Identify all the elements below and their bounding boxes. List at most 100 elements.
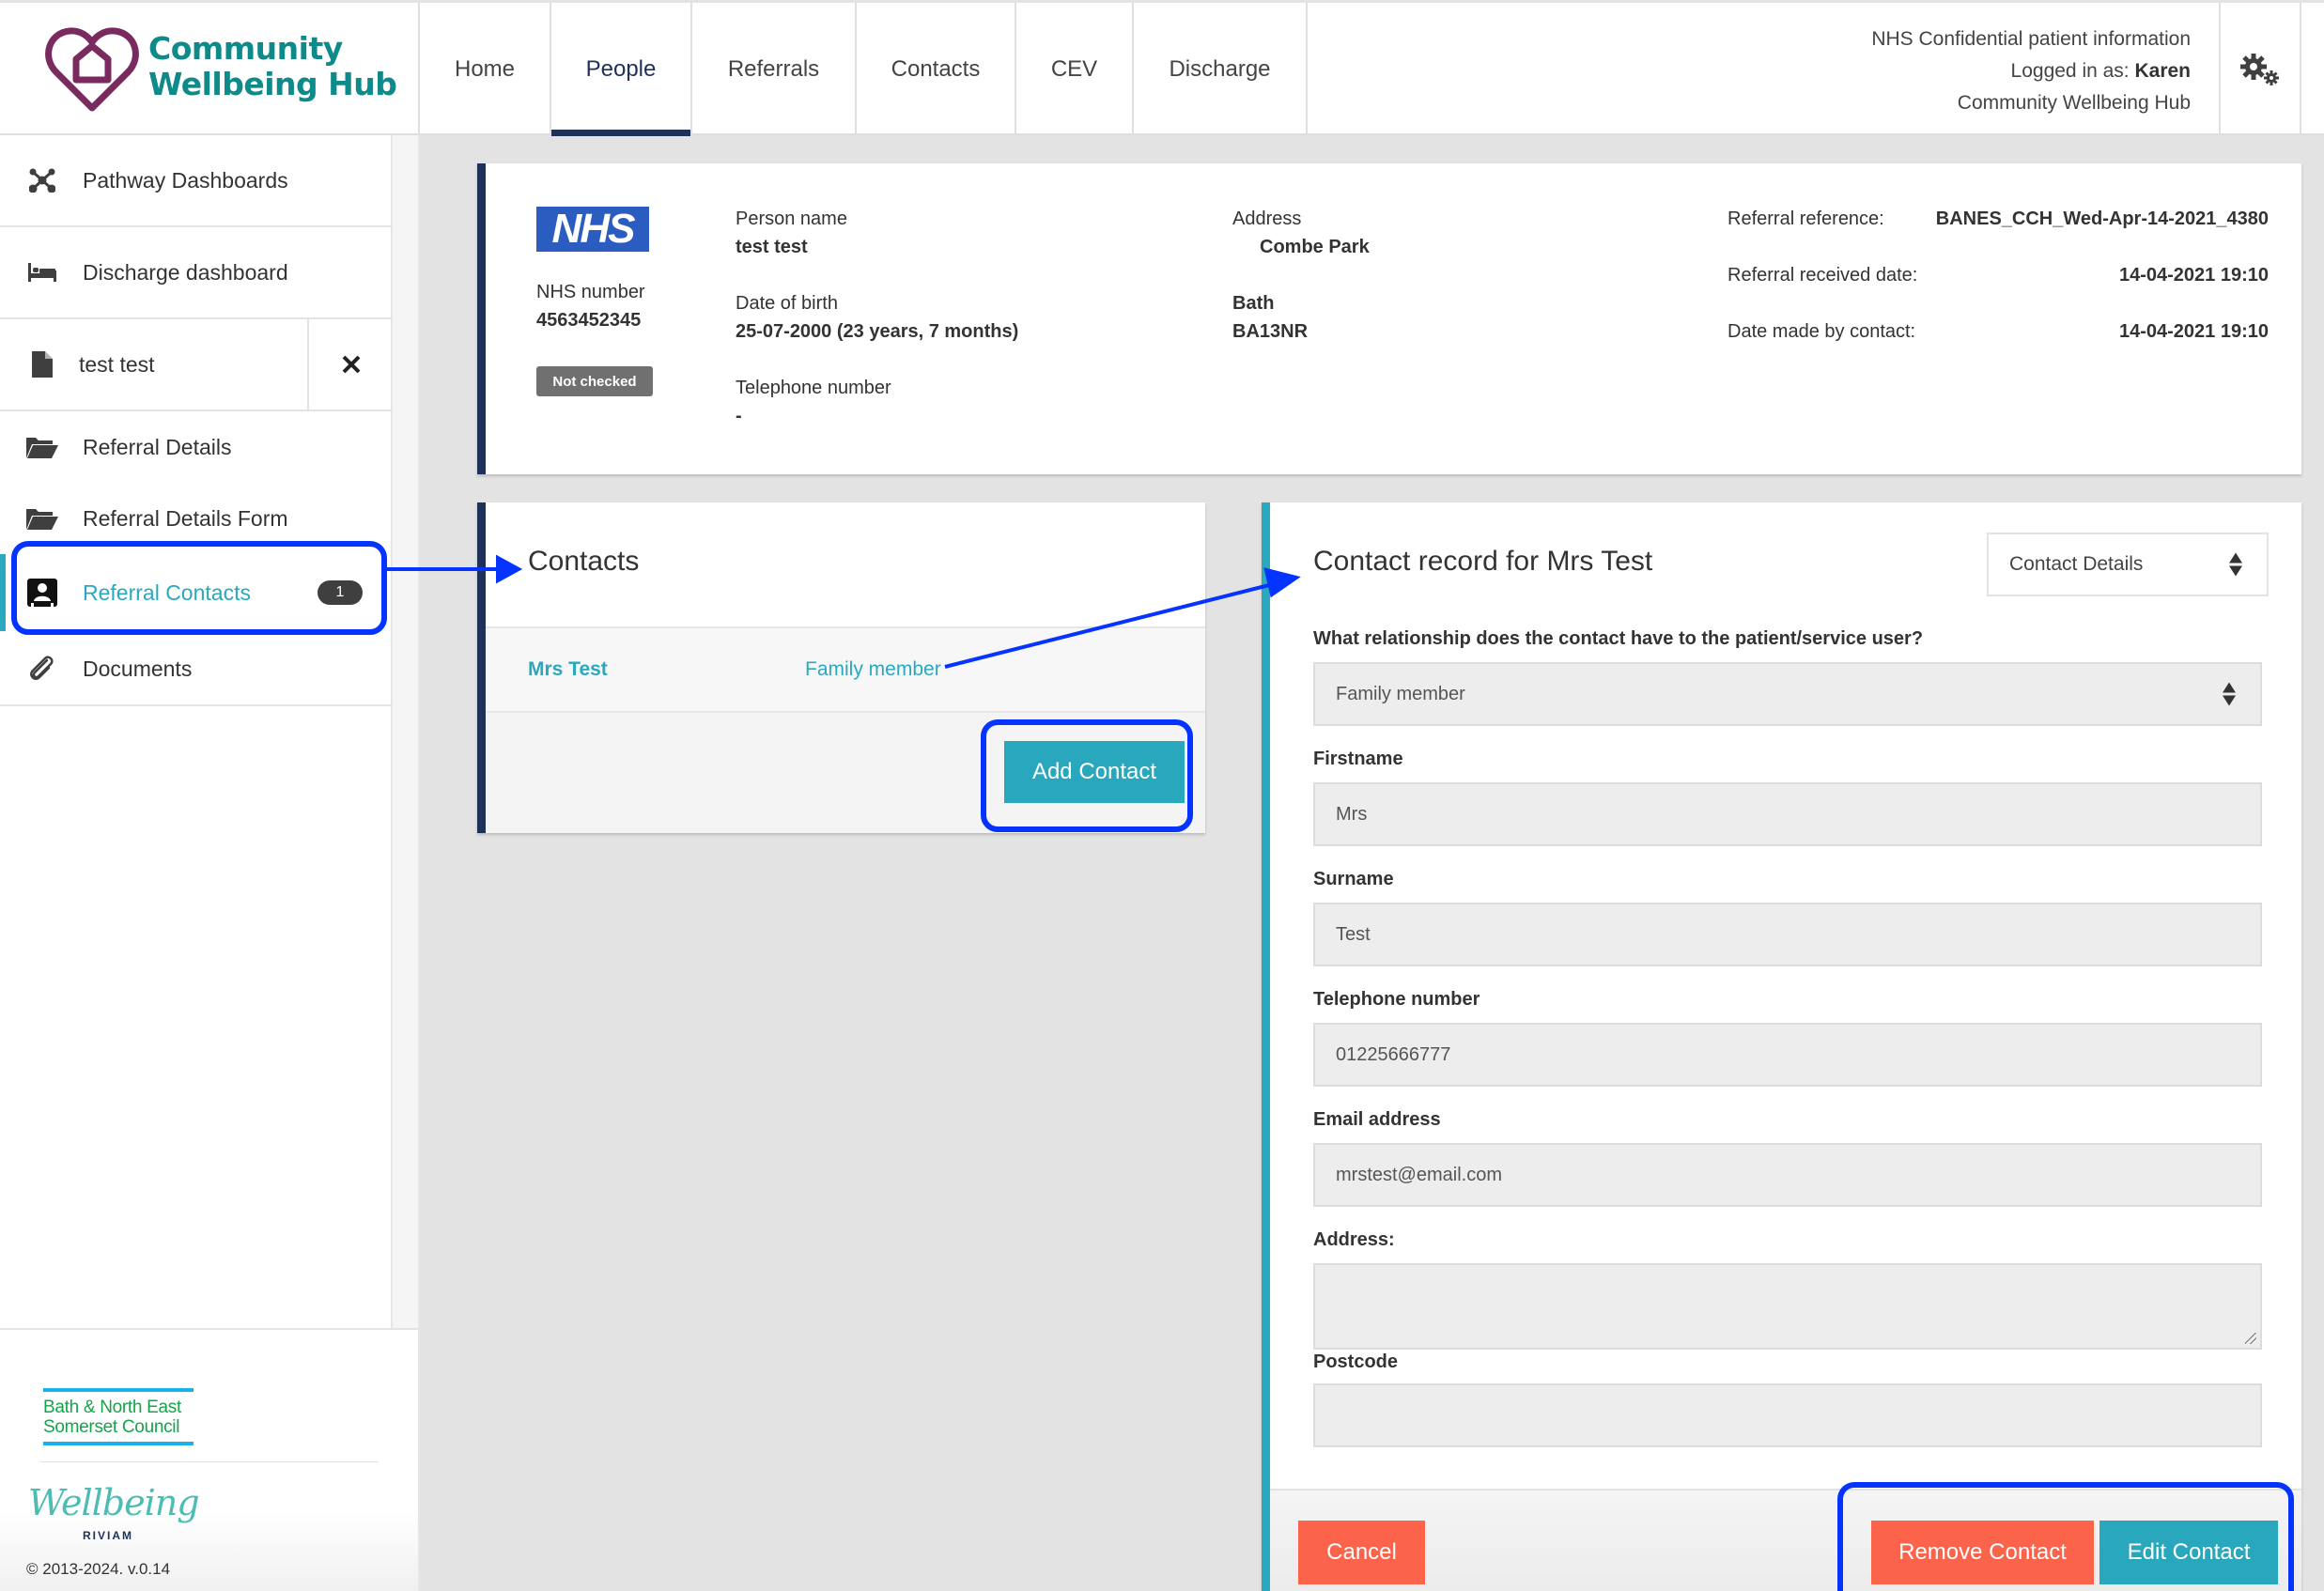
sidebar-gutter: [393, 135, 420, 1328]
paperclip-icon: [26, 653, 58, 685]
postcode-input[interactable]: [1313, 1383, 2262, 1447]
divider: [40, 1461, 379, 1462]
contact-card-icon: [26, 577, 58, 609]
gears-icon: [2240, 54, 2279, 85]
logged-in-as: Logged in as: Karen: [1871, 55, 2191, 87]
telephone: -: [736, 406, 742, 426]
surname-input[interactable]: Test: [1313, 903, 2262, 966]
select-arrows-icon: [2229, 552, 2242, 577]
nav-referrals[interactable]: Referrals: [692, 3, 857, 136]
contact-name[interactable]: Mrs Test: [528, 658, 608, 681]
address-town: Bath: [1232, 293, 1275, 314]
record-view-select[interactable]: Contact Details: [1987, 533, 2269, 596]
network-icon: [26, 164, 58, 196]
relationship-label: What relationship does the contact have …: [1313, 628, 1924, 649]
telephone-input[interactable]: 01225666777: [1313, 1023, 2262, 1087]
remove-contact-button[interactable]: Remove Contact: [1871, 1521, 2094, 1584]
referral-reference-label: Referral reference:: [1728, 209, 1884, 229]
verification-status-badge: Not checked: [536, 366, 653, 396]
wellbeing-logo: Wellbeing: [28, 1482, 200, 1523]
nhs-logo: NHS: [536, 206, 649, 252]
nav-people[interactable]: People: [551, 3, 692, 136]
user-info: NHS Confidential patient information Log…: [1871, 23, 2191, 119]
sidebar-item-label: Documents: [83, 656, 193, 681]
logo-line-2: Wellbeing Hub: [148, 66, 397, 102]
nav-discharge[interactable]: Discharge: [1134, 3, 1308, 136]
person-name: test test: [736, 237, 808, 257]
folder-open-icon: [26, 502, 58, 534]
sidebar-item-patient-record[interactable]: test test: [0, 319, 393, 409]
sidebar-item-discharge-dashboard[interactable]: Discharge dashboard: [0, 227, 393, 317]
sidebar-item-label: Referral Details Form: [83, 505, 288, 531]
sidebar: Pathway Dashboards Discharge dashboard t…: [0, 135, 393, 1328]
logo-line-1: Community: [148, 30, 343, 67]
contacts-card: Contacts Mrs Test Family member Add Cont…: [477, 502, 1205, 833]
date-made-label: Date made by contact:: [1728, 321, 1916, 342]
sidebar-item-documents[interactable]: Documents: [0, 631, 393, 706]
contact-relationship[interactable]: Family member: [805, 658, 941, 681]
record-view-value: Contact Details: [2009, 553, 2144, 575]
contact-record-footer: Cancel Remove Contact Edit Contact: [1270, 1489, 2301, 1591]
contacts-title: Contacts: [528, 546, 640, 577]
address-label: Address: [1232, 209, 1302, 229]
active-indicator: [0, 554, 6, 631]
organisation-name: Community Wellbeing Hub: [1957, 92, 2191, 114]
app-logo[interactable]: Community Wellbeing Hub: [0, 3, 420, 136]
nhs-number-label: NHS number: [536, 282, 645, 302]
dob-label: Date of birth: [736, 293, 838, 314]
sidebar-item-referral-details-form[interactable]: Referral Details Form: [0, 483, 393, 554]
contact-record-card: Contact record for Mrs Test Contact Deta…: [1262, 502, 2301, 1591]
app-header: Community Wellbeing Hub Home People Refe…: [0, 0, 2324, 136]
divider: [0, 704, 393, 706]
logged-in-user: Karen: [2134, 60, 2191, 82]
patient-summary-card: NHS NHS number 4563452345 Not checked Pe…: [477, 163, 2301, 474]
add-contact-button[interactable]: Add Contact: [1004, 741, 1185, 803]
nav-home[interactable]: Home: [420, 3, 551, 136]
address-line-1: Combe Park: [1260, 237, 1370, 257]
referral-reference: BANES_CCH_Wed-Apr-14-2021_4380: [1935, 209, 2269, 229]
relationship-select[interactable]: Family member: [1313, 662, 2262, 726]
bed-icon: [26, 256, 58, 288]
dob: 25-07-2000 (23 years, 7 months): [736, 321, 1019, 342]
telephone-label: Telephone number: [1313, 989, 1480, 1010]
copyright: © 2013-2024. v.0.14: [26, 1560, 171, 1578]
address-textarea[interactable]: [1313, 1263, 2262, 1350]
contacts-footer: Add Contact: [486, 713, 1205, 833]
select-arrows-icon: [2223, 682, 2236, 706]
council-logo: Bath & North East Somerset Council: [43, 1388, 194, 1445]
folder-open-icon: [26, 431, 58, 463]
sidebar-item-referral-details[interactable]: Referral Details: [0, 411, 393, 483]
contacts-count-badge: 1: [318, 580, 363, 605]
council-line-1: Bath & North East: [43, 1398, 181, 1417]
settings-button[interactable]: [2219, 3, 2301, 136]
close-icon: [342, 355, 360, 374]
edit-contact-button[interactable]: Edit Contact: [2099, 1521, 2278, 1584]
sidebar-item-label: Referral Details: [83, 434, 232, 459]
sidebar-item-label: Referral Contacts: [83, 579, 251, 605]
sidebar-footer: Bath & North East Somerset Council Wellb…: [0, 1328, 420, 1591]
nhs-number: 4563452345: [536, 310, 642, 331]
resize-handle[interactable]: [2245, 1333, 2256, 1344]
nav-cev[interactable]: CEV: [1016, 3, 1134, 136]
firstname-label: Firstname: [1313, 749, 1403, 769]
telephone-label: Telephone number: [736, 378, 891, 398]
sidebar-item-pathway-dashboards[interactable]: Pathway Dashboards: [0, 135, 393, 225]
nav-contacts[interactable]: Contacts: [857, 3, 1016, 136]
address-postcode: BA13NR: [1232, 321, 1309, 342]
cancel-button[interactable]: Cancel: [1298, 1521, 1425, 1584]
address-label: Address:: [1313, 1229, 1395, 1250]
contact-record-title: Contact record for Mrs Test: [1313, 546, 1653, 577]
email-input[interactable]: mrstest@email.com: [1313, 1143, 2262, 1207]
heart-house-icon: [45, 27, 139, 112]
firstname-input[interactable]: Mrs: [1313, 782, 2262, 846]
email-label: Email address: [1313, 1109, 1441, 1130]
app-name: Community Wellbeing Hub: [148, 30, 397, 102]
sidebar-item-referral-contacts[interactable]: Referral Contacts 1: [0, 554, 393, 631]
relationship-value: Family member: [1336, 683, 1465, 704]
date-made: 14-04-2021 19:10: [2118, 321, 2269, 342]
close-record-button[interactable]: [307, 319, 393, 409]
riviam-logo: RIVIAM: [83, 1529, 133, 1542]
logged-in-label: Logged in as:: [2010, 60, 2135, 82]
contact-row[interactable]: Mrs Test Family member: [486, 626, 1205, 713]
surname-label: Surname: [1313, 869, 1394, 889]
